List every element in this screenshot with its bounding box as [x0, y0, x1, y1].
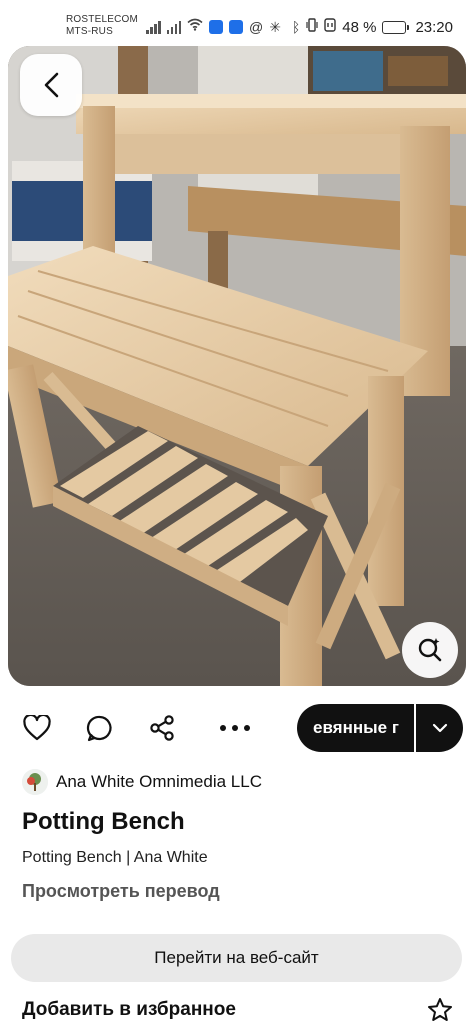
- view-translation-link[interactable]: Просмотреть перевод: [22, 881, 220, 902]
- more-button[interactable]: [219, 712, 251, 744]
- app-notification-icon: [209, 20, 223, 34]
- back-button[interactable]: [20, 54, 82, 116]
- battery-icon: [382, 20, 410, 34]
- visual-search-icon: [418, 638, 442, 662]
- comment-button[interactable]: [84, 712, 116, 744]
- tree-logo-icon: [22, 769, 48, 795]
- battery-percent: 48 %: [342, 18, 377, 36]
- chevron-left-icon: [44, 72, 59, 98]
- at-sign-icon: @: [249, 19, 264, 35]
- pin-image[interactable]: [8, 46, 466, 686]
- star-outline-icon[interactable]: [427, 997, 453, 1023]
- board-select-button[interactable]: евянные г: [297, 704, 414, 752]
- share-icon: [150, 715, 174, 741]
- heart-icon: [23, 715, 51, 741]
- board-dropdown-button[interactable]: [416, 704, 463, 752]
- pin-subtitle: Potting Bench | Ana White: [22, 849, 208, 866]
- pin-title: Potting Bench: [22, 808, 185, 835]
- action-bar: евянные г: [0, 700, 473, 756]
- visual-search-button[interactable]: [402, 622, 458, 678]
- carrier-name-1: ROSTELECOM: [66, 14, 139, 25]
- like-button[interactable]: [21, 712, 53, 744]
- speech-bubble-icon: [86, 715, 112, 742]
- sparkle-icon: ✳: [269, 19, 281, 35]
- carrier-name-2: MTS-RUS: [66, 26, 113, 37]
- more-horizontal-icon: [220, 725, 250, 731]
- share-button[interactable]: [146, 712, 178, 744]
- add-to-favorites-row[interactable]: Добавить в избранное: [0, 995, 473, 1024]
- bluetooth-icon: ᛒ: [291, 19, 301, 35]
- carrier-info: ROSTELECOM MTS-RUS: [66, 14, 138, 38]
- signal-2-icon: [166, 20, 181, 34]
- wifi-icon: [187, 18, 203, 36]
- author-name: Ana White Omnimedia LLC: [56, 772, 262, 791]
- chevron-down-icon: [432, 723, 447, 733]
- status-icons-right: ᛒ 48 % 23:20: [292, 18, 453, 36]
- avatar: [22, 769, 48, 795]
- clock: 23:20: [415, 18, 453, 36]
- visit-website-button[interactable]: Перейти на веб-сайт: [11, 934, 462, 982]
- status-icons-left: @ ✳: [146, 18, 281, 36]
- author-link[interactable]: Ana White Omnimedia LLC: [22, 769, 262, 795]
- status-bar: ROSTELECOM MTS-RUS @ ✳ ᛒ 48 % 23:20: [0, 0, 473, 44]
- add-to-favorites-label: Добавить в избранное: [22, 999, 236, 1020]
- save-to-board-control: евянные г: [297, 704, 463, 752]
- app-notification-2-icon: [229, 20, 243, 34]
- vibrate-icon: [306, 18, 318, 36]
- potting-bench-photo: [8, 46, 466, 686]
- signal-icon: [146, 20, 161, 34]
- nfc-icon: [324, 18, 336, 36]
